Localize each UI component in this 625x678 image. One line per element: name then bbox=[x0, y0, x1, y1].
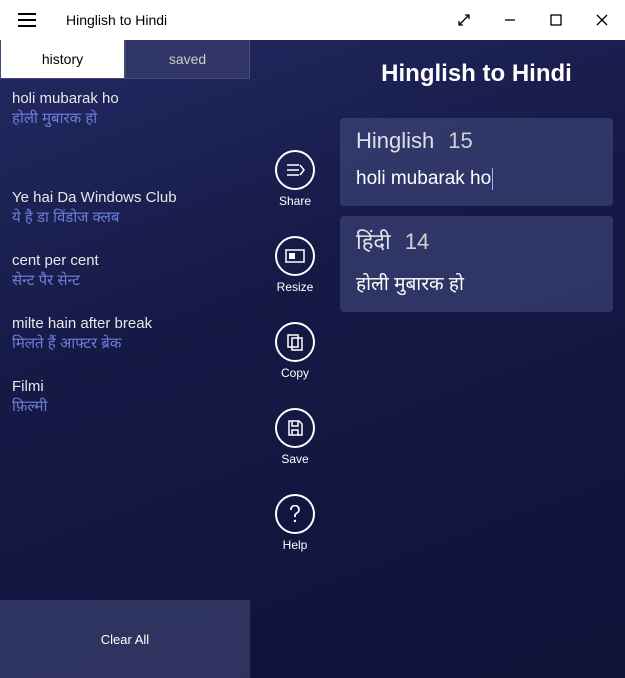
action-column: Share Resize Copy Save Help bbox=[250, 40, 340, 678]
output-count: 14 bbox=[405, 229, 429, 255]
app-title: Hinglish to Hindi bbox=[340, 60, 613, 88]
history-english: cent per cent bbox=[12, 251, 238, 271]
help-icon bbox=[275, 494, 315, 534]
tab-history[interactable]: history bbox=[0, 40, 125, 79]
history-item[interactable]: milte hain after break मिलते हैं आफ्टर ब… bbox=[12, 314, 238, 353]
input-label: Hinglish bbox=[356, 128, 434, 154]
input-count: 15 bbox=[448, 128, 472, 154]
help-label: Help bbox=[283, 538, 308, 552]
history-item[interactable]: holi mubarak ho होली मुबारक हो bbox=[12, 89, 238, 128]
menu-icon[interactable] bbox=[10, 9, 44, 31]
history-hindi: मिलते हैं आफ्टर ब्रेक bbox=[12, 334, 238, 354]
fullscreen-icon[interactable] bbox=[441, 0, 487, 40]
hindi-output: होली मुबारक हो bbox=[356, 270, 597, 296]
output-card: हिंदी 14 होली मुबारक हो bbox=[340, 216, 613, 312]
save-button[interactable]: Save bbox=[275, 408, 315, 466]
resize-icon bbox=[275, 236, 315, 276]
history-item[interactable]: cent per cent सेन्ट पैर सेन्ट bbox=[12, 251, 238, 290]
clear-all-button[interactable]: Clear All bbox=[0, 600, 250, 678]
close-icon[interactable] bbox=[579, 0, 625, 40]
resize-label: Resize bbox=[277, 280, 314, 294]
share-icon bbox=[275, 150, 315, 190]
history-english: milte hain after break bbox=[12, 314, 238, 334]
maximize-icon[interactable] bbox=[533, 0, 579, 40]
history-english: Ye hai Da Windows Club bbox=[12, 188, 238, 208]
save-icon bbox=[275, 408, 315, 448]
history-hindi: फ़िल्मी bbox=[12, 397, 238, 417]
hinglish-input[interactable]: holi mubarak ho bbox=[356, 168, 597, 190]
history-item[interactable]: Filmi फ़िल्मी bbox=[12, 377, 238, 416]
history-hindi: ये है डा विंडोज क्लब bbox=[12, 208, 238, 228]
copy-button[interactable]: Copy bbox=[275, 322, 315, 380]
share-label: Share bbox=[279, 194, 311, 208]
input-card: Hinglish 15 holi mubarak ho bbox=[340, 118, 613, 206]
copy-icon bbox=[275, 322, 315, 362]
history-hindi: होली मुबारक हो bbox=[12, 109, 238, 129]
window-controls bbox=[441, 0, 625, 40]
history-list: holi mubarak ho होली मुबारक हो Ye hai Da… bbox=[0, 79, 250, 600]
sidebar-tabs: history saved bbox=[0, 40, 250, 79]
text-cursor bbox=[492, 168, 493, 190]
main-panel: Hinglish to Hindi Hinglish 15 holi mubar… bbox=[340, 40, 625, 678]
history-english: Filmi bbox=[12, 377, 238, 397]
resize-button[interactable]: Resize bbox=[275, 236, 315, 294]
tab-saved[interactable]: saved bbox=[125, 40, 250, 79]
output-label: हिंदी bbox=[356, 226, 391, 256]
window-title: Hinglish to Hindi bbox=[66, 12, 441, 28]
input-value: holi mubarak ho bbox=[356, 168, 491, 190]
history-english: holi mubarak ho bbox=[12, 89, 238, 109]
history-item[interactable]: Ye hai Da Windows Club ये है डा विंडोज क… bbox=[12, 188, 238, 227]
sidebar: history saved holi mubarak ho होली मुबार… bbox=[0, 40, 250, 678]
help-button[interactable]: Help bbox=[275, 494, 315, 552]
history-hindi: सेन्ट पैर सेन्ट bbox=[12, 271, 238, 291]
minimize-icon[interactable] bbox=[487, 0, 533, 40]
save-label: Save bbox=[281, 452, 308, 466]
share-button[interactable]: Share bbox=[275, 150, 315, 208]
copy-label: Copy bbox=[281, 366, 309, 380]
titlebar: Hinglish to Hindi bbox=[0, 0, 625, 40]
